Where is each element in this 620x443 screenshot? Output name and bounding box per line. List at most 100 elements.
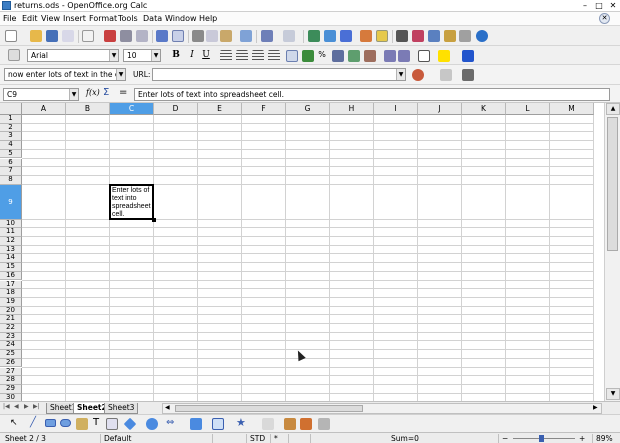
save-icon[interactable]: [46, 30, 58, 42]
row-header-8[interactable]: 8: [0, 175, 22, 185]
callouts-icon[interactable]: [212, 418, 224, 430]
maximize-button[interactable]: □: [594, 1, 604, 10]
chevron-down-icon[interactable]: ▼: [69, 89, 78, 100]
new-document-icon[interactable]: [5, 30, 17, 42]
justify-icon[interactable]: [268, 50, 280, 62]
symbol-shapes-icon[interactable]: [146, 418, 158, 430]
edit-file-icon[interactable]: [82, 30, 94, 42]
minimize-button[interactable]: –: [580, 1, 590, 10]
formula-input[interactable]: Enter lots of text into spreadsheet cell…: [134, 88, 610, 101]
font-name-combo[interactable]: Arial ▼: [27, 49, 119, 62]
export-pdf-icon[interactable]: [104, 30, 116, 42]
h-scroll-thumb[interactable]: [175, 405, 363, 412]
stars-icon[interactable]: ★: [236, 416, 246, 429]
copy-icon[interactable]: [206, 30, 218, 42]
sum-icon[interactable]: Σ: [103, 87, 109, 98]
points-icon[interactable]: [262, 418, 274, 430]
page-preview-icon[interactable]: [136, 30, 148, 42]
scroll-down-icon[interactable]: ▼: [606, 388, 620, 400]
menu-format[interactable]: Format: [89, 14, 117, 23]
close-window-button[interactable]: ✕: [608, 1, 618, 10]
menu-insert[interactable]: Insert: [63, 14, 86, 23]
italic-button[interactable]: I: [186, 49, 198, 61]
navigator-icon[interactable]: [412, 30, 424, 42]
block-arrows-icon[interactable]: ⇔: [166, 417, 174, 428]
basic-shapes-icon[interactable]: [123, 417, 137, 431]
function-wizard-icon[interactable]: f(x): [86, 88, 100, 97]
name-box[interactable]: C9 ▼: [3, 88, 79, 101]
column-header-m[interactable]: M: [550, 103, 594, 115]
menu-view[interactable]: View: [41, 14, 60, 23]
extrusion-icon[interactable]: [318, 418, 330, 430]
font-color-icon[interactable]: [462, 50, 474, 62]
line-icon[interactable]: ╱: [30, 417, 36, 428]
status-signature[interactable]: [288, 434, 308, 443]
align-right-icon[interactable]: [252, 50, 264, 62]
email-icon[interactable]: [62, 30, 74, 42]
paste-icon[interactable]: [220, 30, 232, 42]
zoom-out-icon[interactable]: −: [502, 434, 508, 443]
rectangle-icon[interactable]: [45, 419, 56, 427]
gallery-icon[interactable]: [428, 30, 440, 42]
url-field[interactable]: ▼: [152, 68, 406, 81]
column-header-j[interactable]: J: [418, 103, 462, 115]
scroll-left-icon[interactable]: ◀: [165, 404, 170, 411]
function-equals-icon[interactable]: =: [119, 87, 127, 98]
chevron-down-icon[interactable]: ▼: [109, 50, 118, 61]
zoom-in-icon[interactable]: +: [579, 434, 585, 443]
hyperlink-text-field[interactable]: now enter lots of text in the cell wi ▼: [4, 68, 126, 81]
background-color-icon[interactable]: [438, 50, 450, 62]
align-center-icon[interactable]: [236, 50, 248, 62]
column-header-l[interactable]: L: [506, 103, 550, 115]
sort-descending-icon[interactable]: [340, 30, 352, 42]
column-header-g[interactable]: G: [286, 103, 330, 115]
vertical-scrollbar[interactable]: ▲ ▼: [604, 103, 620, 401]
zoom-knob[interactable]: [539, 435, 544, 442]
percent-button[interactable]: %: [316, 49, 328, 61]
menu-help[interactable]: Help: [199, 14, 217, 23]
autospellcheck-icon[interactable]: [172, 30, 184, 42]
next-sheet-icon[interactable]: ▶: [24, 403, 29, 410]
find-replace-icon[interactable]: [396, 30, 408, 42]
sheet-tab-3[interactable]: Sheet3: [104, 403, 139, 414]
menu-edit[interactable]: Edit: [22, 14, 38, 23]
styles-formatting-icon[interactable]: [8, 49, 20, 61]
text-tool-icon[interactable]: T: [93, 417, 99, 428]
align-left-icon[interactable]: [220, 50, 232, 62]
select-arrow-icon[interactable]: ↖: [10, 418, 18, 428]
link-icon[interactable]: [440, 69, 452, 81]
column-header-e[interactable]: E: [198, 103, 242, 115]
column-header-i[interactable]: I: [374, 103, 418, 115]
scroll-right-icon[interactable]: ▶: [593, 404, 598, 411]
clone-formatting-icon[interactable]: [240, 30, 252, 42]
column-header-a[interactable]: A: [22, 103, 66, 115]
spellcheck-icon[interactable]: [156, 30, 168, 42]
cut-icon[interactable]: [192, 30, 204, 42]
fontwork-icon[interactable]: [300, 418, 312, 430]
freeform-icon[interactable]: [76, 418, 88, 430]
fill-handle[interactable]: [152, 217, 156, 222]
show-draw-functions-icon[interactable]: [376, 30, 388, 42]
currency-icon[interactable]: [302, 50, 314, 62]
prev-sheet-icon[interactable]: ◀: [14, 403, 19, 410]
first-sheet-icon[interactable]: |◀: [3, 403, 10, 410]
column-header-k[interactable]: K: [462, 103, 506, 115]
column-header-b[interactable]: B: [66, 103, 110, 115]
ellipse-icon[interactable]: [60, 419, 71, 427]
scroll-thumb[interactable]: [607, 117, 618, 251]
flowcharts-icon[interactable]: [190, 418, 202, 430]
last-sheet-icon[interactable]: ▶|: [33, 403, 40, 410]
open-icon[interactable]: [30, 30, 42, 42]
hyperlink-target-icon[interactable]: [412, 69, 424, 81]
underline-button[interactable]: U: [200, 49, 212, 61]
status-zoom[interactable]: 89%: [592, 434, 620, 443]
hyperlink-icon[interactable]: [308, 30, 320, 42]
print-icon[interactable]: [120, 30, 132, 42]
scroll-up-icon[interactable]: ▲: [606, 103, 620, 115]
callout-icon[interactable]: [106, 418, 118, 430]
column-header-d[interactable]: D: [154, 103, 198, 115]
redo-icon[interactable]: [283, 30, 295, 42]
add-decimal-icon[interactable]: [348, 50, 360, 62]
find-icon[interactable]: [462, 69, 474, 81]
menu-file[interactable]: File: [3, 14, 16, 23]
